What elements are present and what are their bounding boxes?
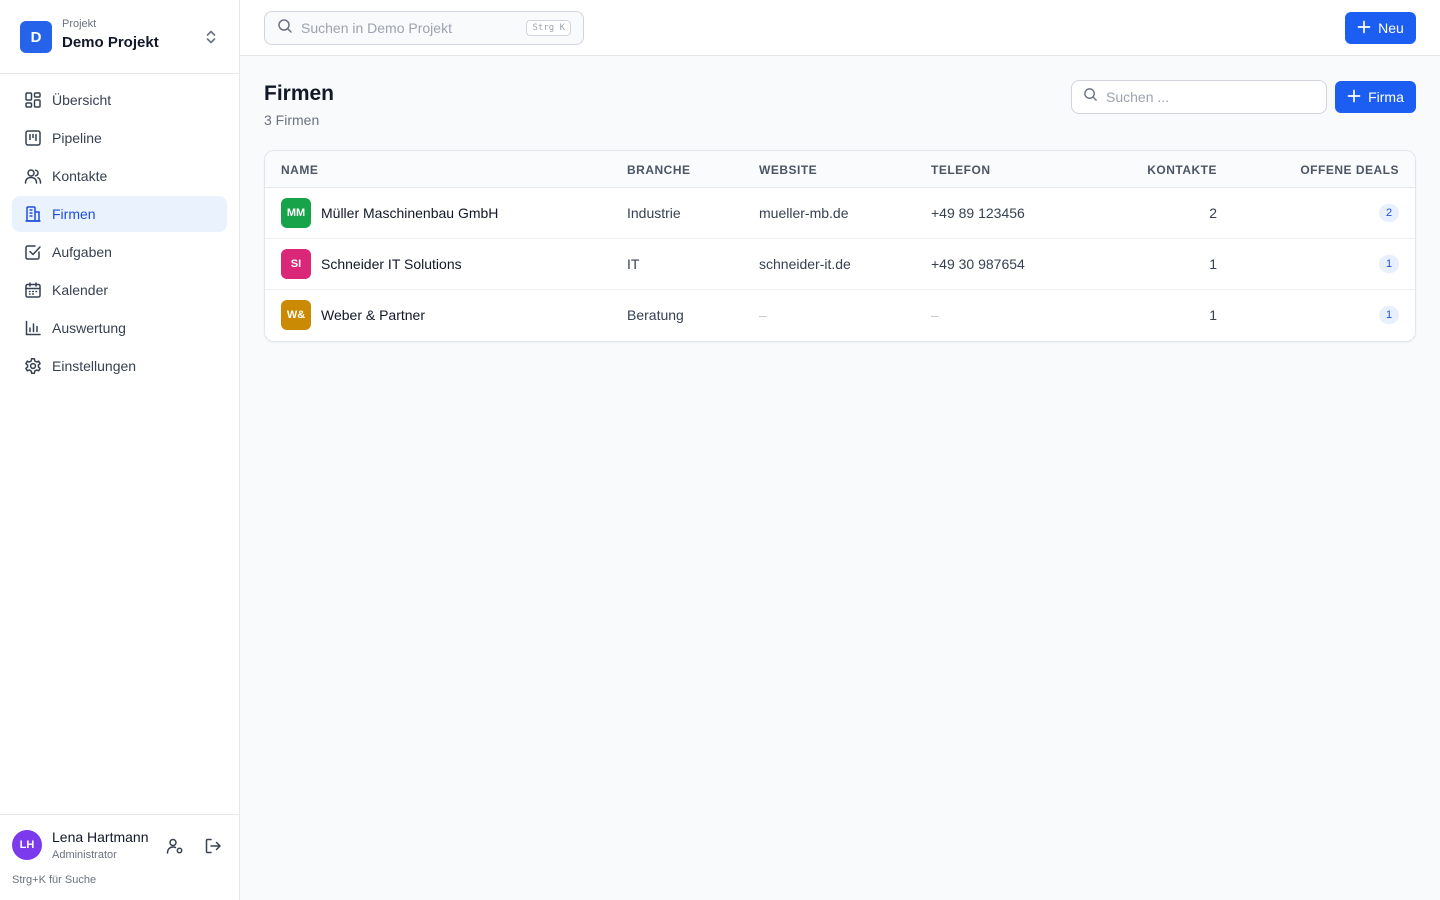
logout-icon[interactable]	[202, 835, 224, 857]
company-website[interactable]: schneider-it.de	[759, 256, 851, 272]
building-icon	[24, 205, 42, 223]
new-button-label: Neu	[1378, 20, 1404, 36]
sidebar-item-label: Aufgaben	[52, 244, 112, 260]
company-branche: IT	[627, 256, 640, 272]
sidebar-item-kalender[interactable]: Kalender	[12, 272, 227, 308]
company-website-empty: –	[759, 307, 767, 323]
sidebar-item-label: Kalender	[52, 282, 109, 298]
column-header-name[interactable]: NAME	[281, 163, 318, 177]
page-subtitle: 3 Firmen	[264, 112, 320, 128]
search-icon	[277, 18, 293, 39]
search-hint: Strg+K für Suche	[12, 874, 97, 886]
global-search-placeholder: Suchen in Demo Projekt	[301, 20, 452, 36]
global-search-input[interactable]: Suchen in Demo Projekt Strg K	[264, 11, 584, 45]
project-badge: D	[20, 21, 52, 53]
column-header-offene-deals[interactable]: OFFENE DEALS	[1300, 163, 1399, 177]
sidebar-item-einstellungen[interactable]: Einstellungen	[12, 348, 227, 384]
sidebar-item-label: Auswertung	[52, 320, 126, 336]
sidebar-item-aufgaben[interactable]: Aufgaben	[12, 234, 227, 270]
avatar: LH	[12, 830, 42, 860]
column-header-kontakte[interactable]: KONTAKTE	[1147, 163, 1217, 177]
column-header-website[interactable]: WEBSITE	[759, 163, 817, 177]
user-name: Lena Hartmann	[52, 829, 149, 845]
chevron-up-down-icon	[203, 28, 219, 46]
company-name[interactable]: Weber & Partner	[321, 307, 425, 323]
topbar: Suchen in Demo Projekt Strg K Neu	[240, 0, 1440, 56]
sidebar-item-label: Kontakte	[52, 168, 108, 184]
sidebar-item-label: Pipeline	[52, 130, 102, 146]
new-button[interactable]: Neu	[1345, 12, 1416, 44]
open-deals-badge: 1	[1379, 255, 1399, 273]
user-role: Administrator	[52, 849, 117, 861]
company-kontakte: 1	[1209, 256, 1217, 272]
sidebar: D Projekt Demo Projekt Übersicht Pipelin…	[0, 0, 240, 900]
company-telefon[interactable]: +49 89 123456	[931, 205, 1025, 221]
company-telefon[interactable]: +49 30 987654	[931, 256, 1025, 272]
company-website[interactable]: mueller-mb.de	[759, 205, 848, 221]
users-icon	[24, 167, 42, 185]
sidebar-item-uebersicht[interactable]: Übersicht	[12, 82, 227, 118]
project-switcher[interactable]: D Projekt Demo Projekt	[0, 0, 239, 74]
grid-icon	[24, 91, 42, 109]
sidebar-item-kontakte[interactable]: Kontakte	[12, 158, 227, 194]
sidebar-item-auswertung[interactable]: Auswertung	[12, 310, 227, 346]
company-branche: Industrie	[627, 205, 681, 221]
table-header: NAME BRANCHE WEBSITE TELEFON KONTAKTE OF…	[265, 151, 1415, 188]
sidebar-item-label: Übersicht	[52, 92, 112, 108]
company-logo: W&	[281, 300, 311, 330]
plus-icon	[1347, 89, 1368, 106]
table-row[interactable]: W& Weber & Partner Beratung – – 1 1	[265, 290, 1415, 341]
checkbox-icon	[24, 243, 42, 261]
sidebar-item-firmen[interactable]: Firmen	[12, 196, 227, 232]
add-company-button[interactable]: Firma	[1335, 81, 1416, 113]
company-name[interactable]: Schneider IT Solutions	[321, 256, 462, 272]
open-deals-badge: 1	[1379, 306, 1399, 324]
company-branche: Beratung	[627, 307, 684, 323]
bar-chart-icon	[24, 319, 42, 337]
company-kontakte: 2	[1209, 205, 1217, 221]
sidebar-item-label: Firmen	[52, 206, 96, 222]
user-settings-icon[interactable]	[164, 835, 186, 857]
column-header-branche[interactable]: BRANCHE	[627, 163, 691, 177]
company-kontakte: 1	[1209, 307, 1217, 323]
table-row[interactable]: MM Müller Maschinenbau GmbH Industrie mu…	[265, 188, 1415, 239]
sidebar-item-label: Einstellungen	[52, 358, 137, 374]
company-telefon-empty: –	[931, 307, 939, 323]
add-company-label: Firma	[1368, 89, 1404, 105]
plus-icon	[1357, 20, 1378, 37]
table-row[interactable]: SI Schneider IT Solutions IT schneider-i…	[265, 239, 1415, 290]
user-panel: LH Lena Hartmann Administrator Strg+K fü…	[0, 814, 239, 900]
shortcut-hint: Strg K	[526, 20, 571, 36]
search-icon	[1083, 87, 1098, 107]
company-logo: SI	[281, 249, 311, 279]
company-name[interactable]: Müller Maschinenbau GmbH	[321, 205, 498, 221]
open-deals-badge: 2	[1379, 204, 1399, 222]
company-search-placeholder: Suchen ...	[1106, 89, 1170, 105]
sidebar-item-pipeline[interactable]: Pipeline	[12, 120, 227, 156]
gear-icon	[24, 357, 42, 375]
project-kicker: Projekt	[62, 18, 97, 30]
column-header-telefon[interactable]: TELEFON	[931, 163, 991, 177]
sidebar-nav: Übersicht Pipeline Kontakte Firmen Aufga…	[12, 82, 227, 386]
companies-table: NAME BRANCHE WEBSITE TELEFON KONTAKTE OF…	[264, 150, 1416, 342]
kanban-icon	[24, 129, 42, 147]
project-name: Demo Projekt	[62, 34, 159, 51]
calendar-icon	[24, 281, 42, 299]
company-search-input[interactable]: Suchen ...	[1071, 80, 1327, 114]
page-title: Firmen	[264, 82, 335, 105]
company-logo: MM	[281, 198, 311, 228]
